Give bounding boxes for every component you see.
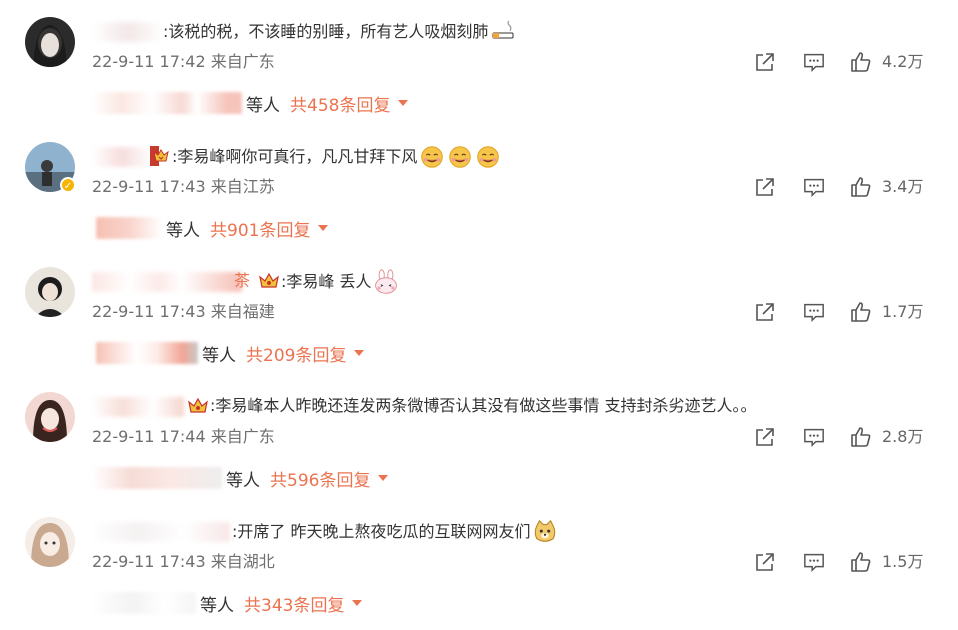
comment-meta: 22-9-11 17:43 来自湖北 [92, 552, 275, 572]
bunny-face-icon [375, 269, 398, 294]
reply-count-link[interactable]: 共458条回复 [290, 91, 390, 116]
like-count: 3.4万 [882, 177, 924, 196]
crown-badge-icon [188, 397, 208, 413]
comment-time: 22-9-11 17:42 [92, 52, 206, 71]
doge-icon [535, 519, 556, 542]
like-count: 1.7万 [882, 302, 924, 321]
username-blurred[interactable] [92, 522, 230, 542]
reply-summary[interactable]: 等人 共596条回复 [92, 465, 389, 491]
comment-content: :开席了 昨天晚上熬夜吃瓜的互联网网友们 [232, 522, 531, 541]
share-icon[interactable] [754, 551, 776, 573]
chevron-down-icon[interactable] [354, 350, 365, 356]
comment-time: 22-9-11 17:43 [92, 302, 206, 321]
comment-meta: 22-9-11 17:43 来自福建 [92, 302, 275, 322]
comment-item: 茶 :李易峰 丢人 22-9-11 17:43 来自福建 1.7万 等人 共20… [0, 250, 958, 375]
reply-people-label: 等人 [202, 345, 236, 366]
username-blurred[interactable] [92, 272, 242, 292]
reply-summary[interactable]: 等人 共343条回复 [92, 590, 363, 616]
reply-summary[interactable]: 等人 共458条回复 [92, 90, 409, 116]
username-blurred[interactable] [92, 397, 184, 417]
thumb-up-icon[interactable] [850, 426, 872, 448]
share-icon[interactable] [754, 301, 776, 323]
comment-content: :李易峰啊你可真行，凡凡甘拜下风 [172, 147, 418, 166]
comment-content: :该税的税，不该睡的别睡，所有艺人吸烟刻肺 [163, 22, 489, 41]
chevron-down-icon[interactable] [318, 225, 329, 231]
like-count: 2.8万 [882, 427, 924, 446]
comment-location: 来自湖北 [210, 552, 275, 571]
comment-content: :李易峰 丢人 [281, 272, 372, 291]
comment-time: 22-9-11 17:44 [92, 427, 206, 446]
thumb-up-icon[interactable] [850, 301, 872, 323]
share-icon[interactable] [754, 51, 776, 73]
comment-text: :开席了 昨天晚上熬夜吃瓜的互联网网友们 [232, 519, 558, 545]
share-icon[interactable] [754, 426, 776, 448]
reply-count-link[interactable]: 共596条回复 [270, 466, 370, 491]
yummy-face-icon [477, 146, 500, 168]
replier-names-blurred [92, 592, 196, 614]
comment-icon[interactable] [803, 301, 825, 323]
comment-meta: 22-9-11 17:43 来自江苏 [92, 177, 275, 197]
comment-location: 来自广东 [210, 427, 275, 446]
chevron-down-icon[interactable] [378, 475, 389, 481]
comment-content: :李易峰本人昨晚还连发两条微博否认其没有做这些事情 支持封杀劣迹艺人。。 [210, 396, 757, 415]
comment-meta: 22-9-11 17:42 来自广东 [92, 52, 275, 72]
reply-count-link[interactable]: 共343条回复 [244, 591, 344, 616]
comment-icon[interactable] [803, 551, 825, 573]
comment-meta: 22-9-11 17:44 来自广东 [92, 427, 275, 447]
yummy-face-icon [449, 146, 472, 168]
reply-people-label: 等人 [166, 220, 200, 241]
username-suffix[interactable]: 茶 [234, 269, 250, 293]
reply-count-link[interactable]: 共209条回复 [246, 341, 346, 366]
comment-location: 来自福建 [210, 302, 275, 321]
thumb-up-icon[interactable] [850, 551, 872, 573]
comment-icon[interactable] [803, 426, 825, 448]
chevron-down-icon[interactable] [352, 600, 363, 606]
cigarette-icon [492, 20, 514, 39]
chevron-down-icon[interactable] [398, 100, 409, 106]
reply-people-label: 等人 [200, 595, 234, 616]
comment-location: 来自广东 [210, 52, 275, 71]
comment-icon[interactable] [803, 176, 825, 198]
like-count: 1.5万 [882, 552, 924, 571]
avatar[interactable] [25, 17, 75, 67]
replier-names-blurred [96, 217, 162, 239]
reply-count-link[interactable]: 共901条回复 [210, 216, 310, 241]
avatar[interactable] [25, 392, 75, 442]
verified-badge-icon: ✓ [60, 177, 76, 193]
avatar[interactable] [25, 267, 75, 317]
comment-text: :李易峰啊你可真行，凡凡甘拜下风 [172, 144, 501, 170]
replier-names-blurred [92, 467, 222, 489]
replier-names-blurred [92, 92, 242, 114]
crown-badge-icon [259, 272, 279, 288]
comment-text: :该税的税，不该睡的别睡，所有艺人吸烟刻肺 [163, 19, 516, 45]
username-blurred[interactable] [92, 147, 152, 167]
comment-icon[interactable] [803, 51, 825, 73]
comment-item: :该税的税，不该睡的别睡，所有艺人吸烟刻肺 22-9-11 17:42 来自广东… [0, 0, 958, 125]
reply-summary[interactable]: 等人 共209条回复 [96, 340, 365, 366]
share-icon[interactable] [754, 176, 776, 198]
replier-names-blurred [96, 342, 198, 364]
comment-item: :李易峰本人昨晚还连发两条微博否认其没有做这些事情 支持封杀劣迹艺人。。 22-… [0, 375, 958, 500]
reply-people-label: 等人 [246, 95, 280, 116]
like-count: 4.2万 [882, 52, 924, 71]
comment-item: :开席了 昨天晚上熬夜吃瓜的互联网网友们 22-9-11 17:43 来自湖北 … [0, 500, 958, 625]
reply-summary[interactable]: 等人 共901条回复 [96, 215, 329, 241]
comment-text: :李易峰本人昨晚还连发两条微博否认其没有做这些事情 支持封杀劣迹艺人。。 [210, 394, 756, 418]
avatar[interactable] [25, 517, 75, 567]
comment-item: ✓ :李易峰啊你可真行，凡凡甘拜下风 22-9-11 17:43 来自江苏 3.… [0, 125, 958, 250]
thumb-up-icon[interactable] [850, 51, 872, 73]
comment-text: :李易峰 丢人 [281, 269, 399, 295]
comment-time: 22-9-11 17:43 [92, 177, 206, 196]
crown-badge-icon [150, 146, 169, 166]
comment-time: 22-9-11 17:43 [92, 552, 206, 571]
comment-location: 来自江苏 [210, 177, 275, 196]
yummy-face-icon [421, 146, 444, 168]
thumb-up-icon[interactable] [850, 176, 872, 198]
reply-people-label: 等人 [226, 470, 260, 491]
username-blurred[interactable] [92, 22, 164, 42]
